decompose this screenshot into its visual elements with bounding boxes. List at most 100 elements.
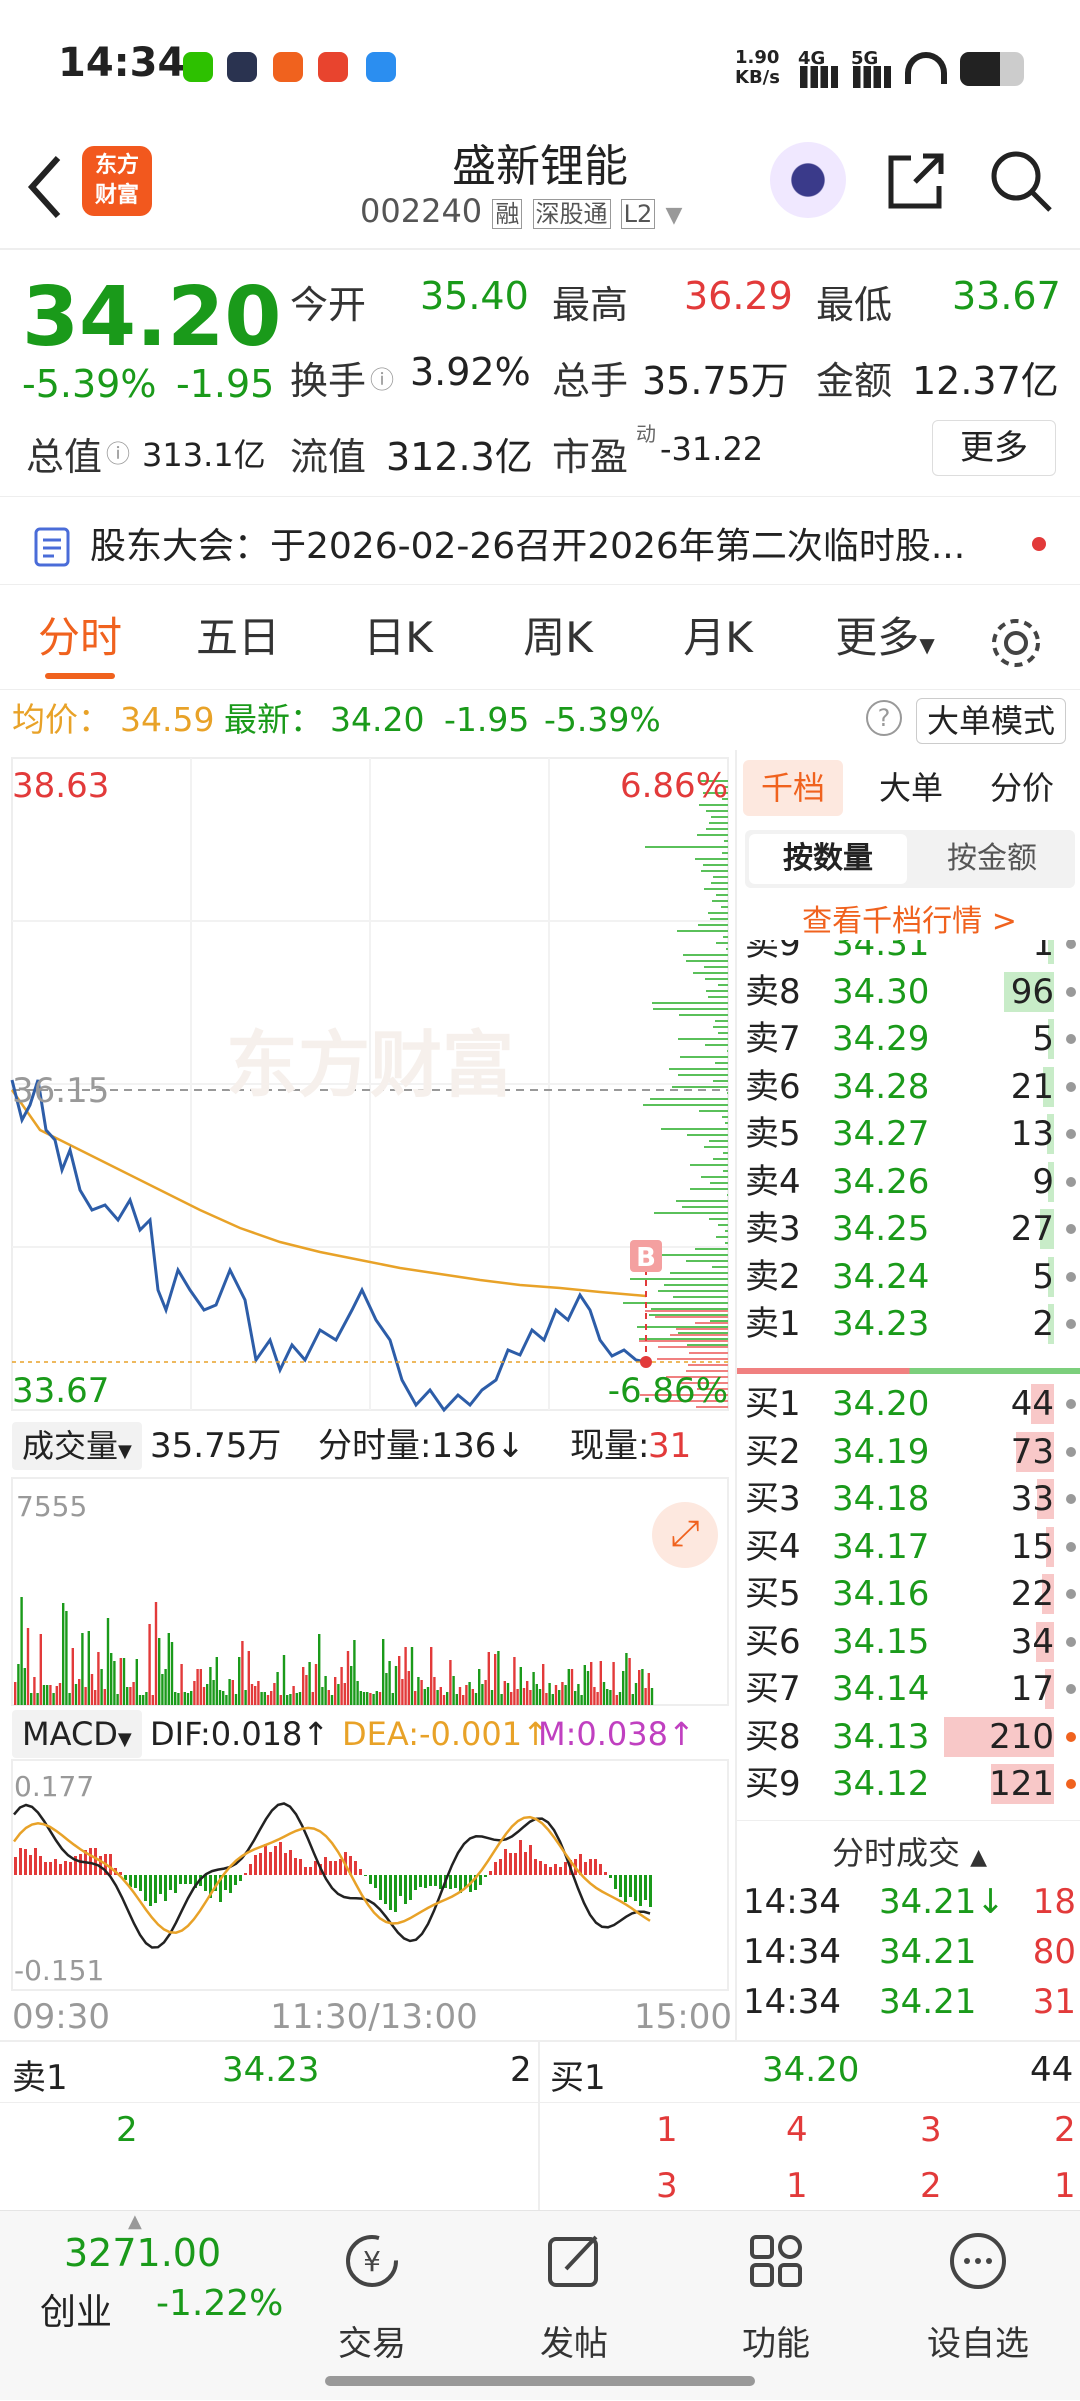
volume-indicator-select[interactable]: 成交量▼: [12, 1422, 142, 1470]
tab-monthly-k[interactable]: 月K: [658, 585, 778, 690]
bid-row[interactable]: 买5 34.16 22: [737, 1570, 1080, 1618]
ask1-price: 34.23: [222, 2050, 320, 2090]
macd-indicator-select[interactable]: MACD▼: [12, 1710, 142, 1758]
subtab-by-amount[interactable]: 按金额: [913, 834, 1071, 884]
turnover-value: 3.92%: [410, 350, 531, 394]
level-label: 买9: [745, 1764, 801, 1804]
trades-title[interactable]: 分时成交 ▲: [737, 1828, 1080, 1874]
info-icon[interactable]: ⓘ: [106, 434, 130, 469]
macd-bar: [604, 1872, 607, 1875]
depth-bar: [695, 1248, 728, 1250]
macd-bar: [279, 1842, 282, 1875]
apps-icon: [750, 2235, 802, 2287]
ask-row[interactable]: 卖9 34.31 1: [737, 940, 1080, 968]
macd-bar: [379, 1875, 382, 1900]
level-price: 34.12: [832, 1764, 930, 1804]
back-icon[interactable]: [22, 152, 66, 222]
volume-bar: [177, 1693, 180, 1705]
depth-bar: [676, 1200, 728, 1202]
tab-big-orders[interactable]: 大单: [861, 760, 961, 816]
info-icon[interactable]: ⓘ: [370, 360, 394, 395]
volume-bar: [330, 1695, 334, 1705]
macd-bar: [369, 1875, 372, 1884]
bid-row[interactable]: 买9 34.12 121: [737, 1760, 1080, 1808]
depth-bar: [701, 1176, 728, 1178]
assistant-icon[interactable]: [770, 142, 846, 218]
macd-bar: [624, 1875, 627, 1902]
macd-bar: [144, 1875, 147, 1901]
bid-row[interactable]: 买3 34.18 33: [737, 1475, 1080, 1523]
volume-bar: [135, 1659, 138, 1705]
ask-row[interactable]: 卖7 34.29 5: [737, 1015, 1080, 1063]
macd-bar: [94, 1848, 97, 1875]
big-order-mode-button[interactable]: 大单模式: [916, 698, 1066, 744]
level-dot: [1066, 1684, 1076, 1694]
depth-bar: [712, 900, 728, 902]
nav-functions[interactable]: 功能: [676, 2211, 876, 2401]
macd-bar: [529, 1845, 532, 1875]
tab-price-distribution[interactable]: 分价: [972, 760, 1072, 816]
ask-row[interactable]: 卖4 34.26 9: [737, 1158, 1080, 1206]
ask-row[interactable]: 卖5 34.27 13: [737, 1110, 1080, 1158]
bid-row[interactable]: 买1 34.20 44: [737, 1380, 1080, 1428]
nav-trade[interactable]: ¥ 交易: [272, 2211, 472, 2401]
level-dot: [1066, 940, 1076, 949]
depth-bar: [670, 1272, 728, 1274]
volume-bar: [327, 1690, 330, 1705]
subtab-by-volume[interactable]: 按数量: [749, 834, 907, 884]
latest-pct: -5.39%: [544, 700, 661, 739]
intraday-chart-area[interactable]: 东方财富 B 38.63 6.86% 36.15 33.67 -6.86% 75…: [0, 750, 735, 2040]
volume-bar: [52, 1693, 55, 1705]
volume-bar: [39, 1634, 42, 1705]
volume-bar: [337, 1684, 340, 1705]
volume-bar: [580, 1695, 583, 1705]
volume-bar: [423, 1689, 426, 1705]
tab-depth[interactable]: 千档: [743, 760, 843, 816]
notice-bar[interactable]: 股东大会：于2026-02-26召开2026年第二次临时股...: [0, 496, 1080, 586]
nav-watchlist-settings[interactable]: 设自选: [878, 2211, 1078, 2401]
price-line: [10, 1079, 647, 1413]
bid-row[interactable]: 买2 34.19 73: [737, 1428, 1080, 1476]
tab-five-day[interactable]: 五日: [178, 585, 298, 690]
depth-bar: [718, 1032, 728, 1034]
depth-bar: [690, 1188, 728, 1190]
stock-code: 002240: [360, 192, 483, 230]
search-icon[interactable]: [988, 148, 1054, 214]
bid-row[interactable]: 买7 34.14 17: [737, 1665, 1080, 1713]
bid-row[interactable]: 买8 34.13 210: [737, 1713, 1080, 1761]
volume-bar: [225, 1695, 228, 1705]
l2-tag: L2: [620, 199, 656, 229]
ask-row[interactable]: 卖6 34.28 21: [737, 1063, 1080, 1111]
nav-post[interactable]: 发帖: [474, 2211, 674, 2401]
tab-weekly-k[interactable]: 周K: [498, 585, 618, 690]
view-depth-link[interactable]: 查看千档行情 >: [737, 896, 1080, 940]
help-icon[interactable]: ?: [866, 700, 902, 736]
minute-volume: 分时量:136↓: [318, 1426, 525, 1466]
depth-bar: [687, 1344, 728, 1346]
ask-row[interactable]: 卖8 34.30 96: [737, 968, 1080, 1016]
depth-bar: [705, 1044, 728, 1046]
intraday-chart[interactable]: 东方财富 B 38.63 6.86% 36.15 33.67 -6.86% 75…: [0, 750, 735, 2040]
expand-icon[interactable]: ⤢: [652, 1502, 718, 1568]
ask-row[interactable]: 卖3 34.25 27: [737, 1205, 1080, 1253]
dropdown-icon[interactable]: ▼: [665, 203, 682, 228]
share-icon[interactable]: [885, 150, 947, 212]
more-button[interactable]: 更多: [932, 420, 1056, 476]
volume-bar: [190, 1691, 193, 1705]
tab-more[interactable]: 更多▼: [820, 585, 950, 690]
stock-code-line: 002240 融 深股通 L2 ▼: [360, 192, 682, 230]
depth-bar: [651, 1308, 728, 1310]
settings-icon[interactable]: [988, 615, 1044, 671]
depth-bar: [703, 864, 728, 866]
depth-bar: [710, 1182, 728, 1184]
ask-row[interactable]: 卖2 34.24 5: [737, 1253, 1080, 1301]
bid-row[interactable]: 买6 34.15 34: [737, 1618, 1080, 1666]
macd-bar: [19, 1848, 22, 1875]
depth-bar: [705, 978, 728, 980]
index-ticker[interactable]: ▲ 3271.00 创业 -1.22%: [0, 2211, 300, 2401]
ask-row[interactable]: 卖1 34.23 2: [737, 1300, 1080, 1348]
bid-row[interactable]: 买4 34.17 15: [737, 1523, 1080, 1571]
tab-daily-k[interactable]: 日K: [338, 585, 458, 690]
depth-bar: [653, 1008, 728, 1010]
level-price: 34.31: [832, 940, 930, 964]
